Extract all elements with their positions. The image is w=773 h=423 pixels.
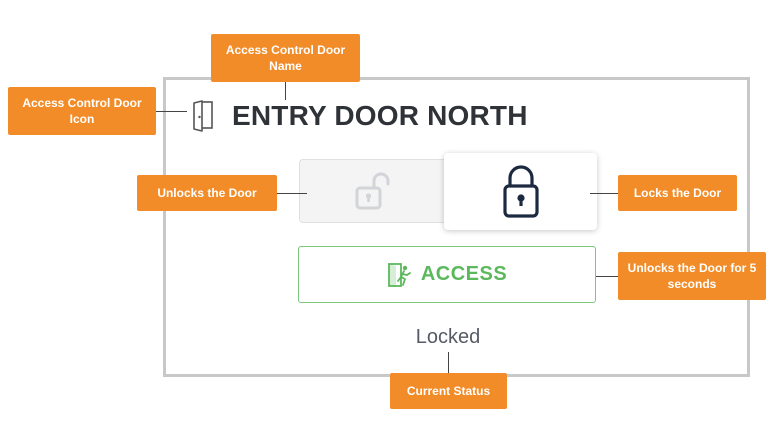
door-exit-running-person-icon	[387, 262, 411, 287]
callout-unlock: Unlocks the Door	[137, 175, 277, 211]
access-button[interactable]: ACCESS	[298, 246, 596, 303]
door-icon	[193, 100, 213, 132]
door-name: ENTRY DOOR NORTH	[232, 100, 528, 131]
leader-line-lock	[590, 193, 618, 194]
access-label: ACCESS	[420, 263, 508, 285]
leader-line-door-name	[285, 82, 286, 100]
leader-line-unlock	[277, 193, 307, 194]
unlocked-padlock-icon	[355, 172, 390, 210]
leader-line-access	[596, 276, 618, 277]
callout-access: Unlocks the Door for 5 seconds	[618, 252, 766, 300]
callout-door-icon: Access Control Door Icon	[8, 87, 156, 135]
door-status: Locked	[415, 326, 481, 348]
callout-status: Current Status	[390, 373, 507, 409]
leader-line-door-icon	[156, 111, 187, 112]
lock-button[interactable]	[444, 153, 597, 230]
locked-padlock-icon	[502, 164, 539, 218]
unlock-button[interactable]	[299, 159, 445, 223]
leader-line-status	[448, 352, 449, 373]
lock-control	[299, 153, 599, 231]
callout-door-name: Access Control Door Name	[211, 34, 360, 82]
callout-lock: Locks the Door	[618, 175, 737, 211]
